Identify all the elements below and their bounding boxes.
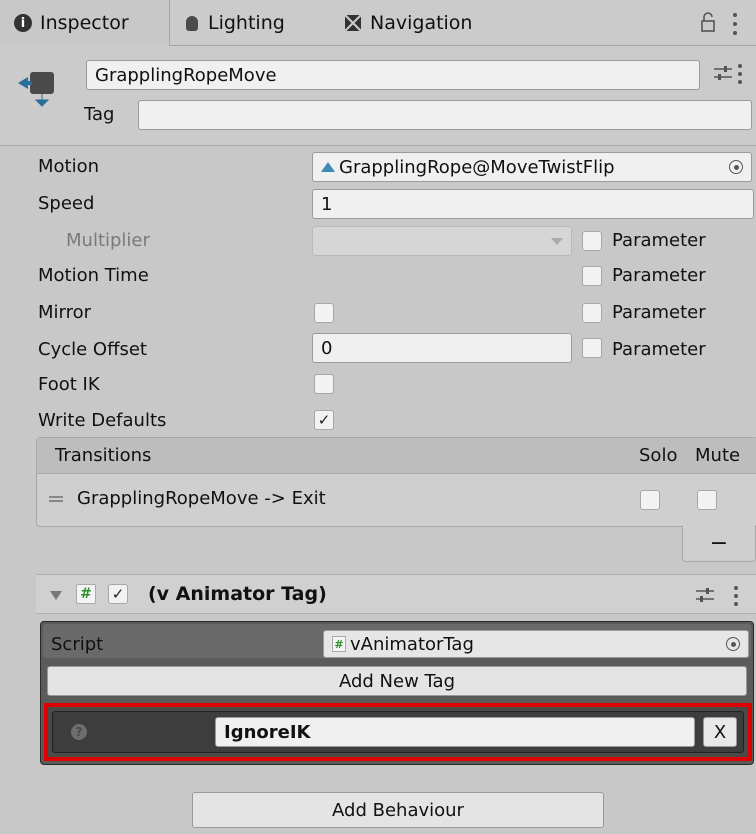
- transition-solo-checkbox[interactable]: [640, 490, 660, 510]
- component-enabled-checkbox[interactable]: ✓: [108, 584, 128, 604]
- object-name-text: GrapplingRopeMove: [95, 64, 277, 86]
- motion-field[interactable]: GrapplingRope@MoveTwistFlip: [312, 152, 752, 182]
- foldout-arrow-icon[interactable]: [50, 591, 62, 600]
- transition-row[interactable]: GrapplingRopeMove -> Exit: [37, 474, 756, 524]
- help-icon: ?: [71, 724, 87, 740]
- component-presets-icon[interactable]: [694, 586, 716, 604]
- info-icon: i: [14, 14, 32, 32]
- transition-row-label: GrapplingRopeMove -> Exit: [77, 488, 326, 509]
- add-new-tag-label: Add New Tag: [338, 670, 456, 692]
- remove-tag-button[interactable]: X: [703, 717, 737, 747]
- bulb-icon: [186, 15, 198, 31]
- tab-navigation-label: Navigation: [370, 12, 473, 34]
- tab-lighting-label: Lighting: [208, 12, 285, 34]
- script-icon-glyph: #: [80, 586, 92, 602]
- cycle-offset-value: 0: [321, 337, 333, 359]
- remove-transition-button[interactable]: −: [682, 526, 756, 562]
- tab-menu-icon[interactable]: [733, 12, 739, 35]
- component-menu-icon[interactable]: [734, 585, 740, 607]
- multiplier-parameter-label: Parameter: [612, 230, 706, 251]
- remove-transition-label: −: [709, 531, 729, 556]
- animation-clip-icon: [321, 162, 335, 172]
- transitions-header-label: Transitions: [55, 445, 152, 466]
- write-defaults-checkmark: ✓: [317, 411, 331, 429]
- lock-icon[interactable]: [700, 12, 716, 32]
- cycle-offset-label: Cycle Offset: [38, 339, 147, 360]
- tab-inspector-label: Inspector: [40, 12, 129, 34]
- tag-entry-row: ? IgnoreIK X: [52, 711, 744, 753]
- mute-header: Mute: [695, 445, 741, 466]
- cycle-offset-parameter-checkbox[interactable]: [582, 338, 602, 358]
- header-menu-icon[interactable]: [738, 63, 744, 85]
- cycle-offset-input[interactable]: 0: [312, 333, 572, 363]
- tab-navigation[interactable]: Navigation: [344, 0, 534, 46]
- speed-input[interactable]: 1: [312, 189, 754, 219]
- script-file-icon: #: [332, 636, 346, 652]
- transitions-header: Transitions Solo Mute: [37, 438, 756, 474]
- component-enabled-checkmark: ✓: [111, 585, 125, 603]
- component-title: (v Animator Tag): [148, 583, 327, 605]
- animator-state-icon: [18, 72, 54, 107]
- component-header[interactable]: # ✓ (v Animator Tag): [36, 574, 756, 614]
- script-field[interactable]: # vAnimatorTag: [323, 630, 749, 658]
- highlight-box: ? IgnoreIK X: [44, 703, 752, 761]
- navmesh-icon: [344, 14, 362, 32]
- speed-value: 1: [321, 193, 333, 215]
- mirror-label: Mirror: [38, 302, 92, 323]
- mirror-parameter-checkbox[interactable]: [582, 303, 602, 323]
- add-behaviour-button[interactable]: Add Behaviour: [192, 792, 604, 828]
- script-value: vAnimatorTag: [350, 633, 474, 655]
- transitions-list: Transitions Solo Mute GrapplingRopeMove …: [36, 437, 756, 527]
- script-icon: #: [76, 584, 96, 604]
- add-new-tag-button[interactable]: Add New Tag: [47, 666, 747, 696]
- speed-label: Speed: [38, 193, 95, 214]
- script-label: Script: [51, 634, 104, 655]
- multiplier-dropdown[interactable]: [312, 226, 572, 256]
- object-name-input[interactable]: GrapplingRopeMove: [86, 60, 700, 90]
- mirror-checkbox[interactable]: [314, 303, 334, 323]
- tag-entry-value: IgnoreIK: [224, 721, 311, 743]
- object-picker-icon[interactable]: [729, 160, 743, 174]
- cycle-offset-parameter-label: Parameter: [612, 339, 706, 360]
- solo-header: Solo: [639, 445, 678, 466]
- script-picker-icon[interactable]: [726, 637, 740, 651]
- tab-bar: i Inspector Lighting Navigation: [0, 0, 756, 46]
- drag-handle-icon[interactable]: [49, 496, 63, 502]
- write-defaults-label: Write Defaults: [38, 410, 167, 431]
- tag-label: Tag: [84, 104, 115, 125]
- tag-input[interactable]: [138, 100, 752, 130]
- motion-value: GrapplingRope@MoveTwistFlip: [339, 156, 615, 178]
- multiplier-label: Multiplier: [66, 230, 150, 251]
- foot-ik-label: Foot IK: [38, 374, 100, 395]
- transition-mute-checkbox[interactable]: [697, 490, 717, 510]
- remove-tag-label: X: [713, 721, 727, 743]
- tab-inspector[interactable]: i Inspector: [0, 0, 170, 46]
- motion-label: Motion: [38, 156, 100, 177]
- multiplier-parameter-checkbox[interactable]: [582, 231, 602, 251]
- chevron-down-icon: [551, 237, 563, 245]
- object-header: GrapplingRopeMove Tag: [0, 46, 756, 146]
- motion-time-parameter-label: Parameter: [612, 265, 706, 286]
- motion-time-label: Motion Time: [38, 265, 149, 286]
- presets-icon[interactable]: [712, 64, 734, 82]
- motion-time-parameter-checkbox[interactable]: [582, 266, 602, 286]
- tab-lighting[interactable]: Lighting: [186, 0, 336, 46]
- tag-entry-input[interactable]: IgnoreIK: [215, 717, 695, 747]
- foot-ik-checkbox[interactable]: [314, 374, 334, 394]
- add-behaviour-label: Add Behaviour: [332, 799, 464, 821]
- write-defaults-checkbox[interactable]: ✓: [314, 410, 334, 430]
- mirror-parameter-label: Parameter: [612, 302, 706, 323]
